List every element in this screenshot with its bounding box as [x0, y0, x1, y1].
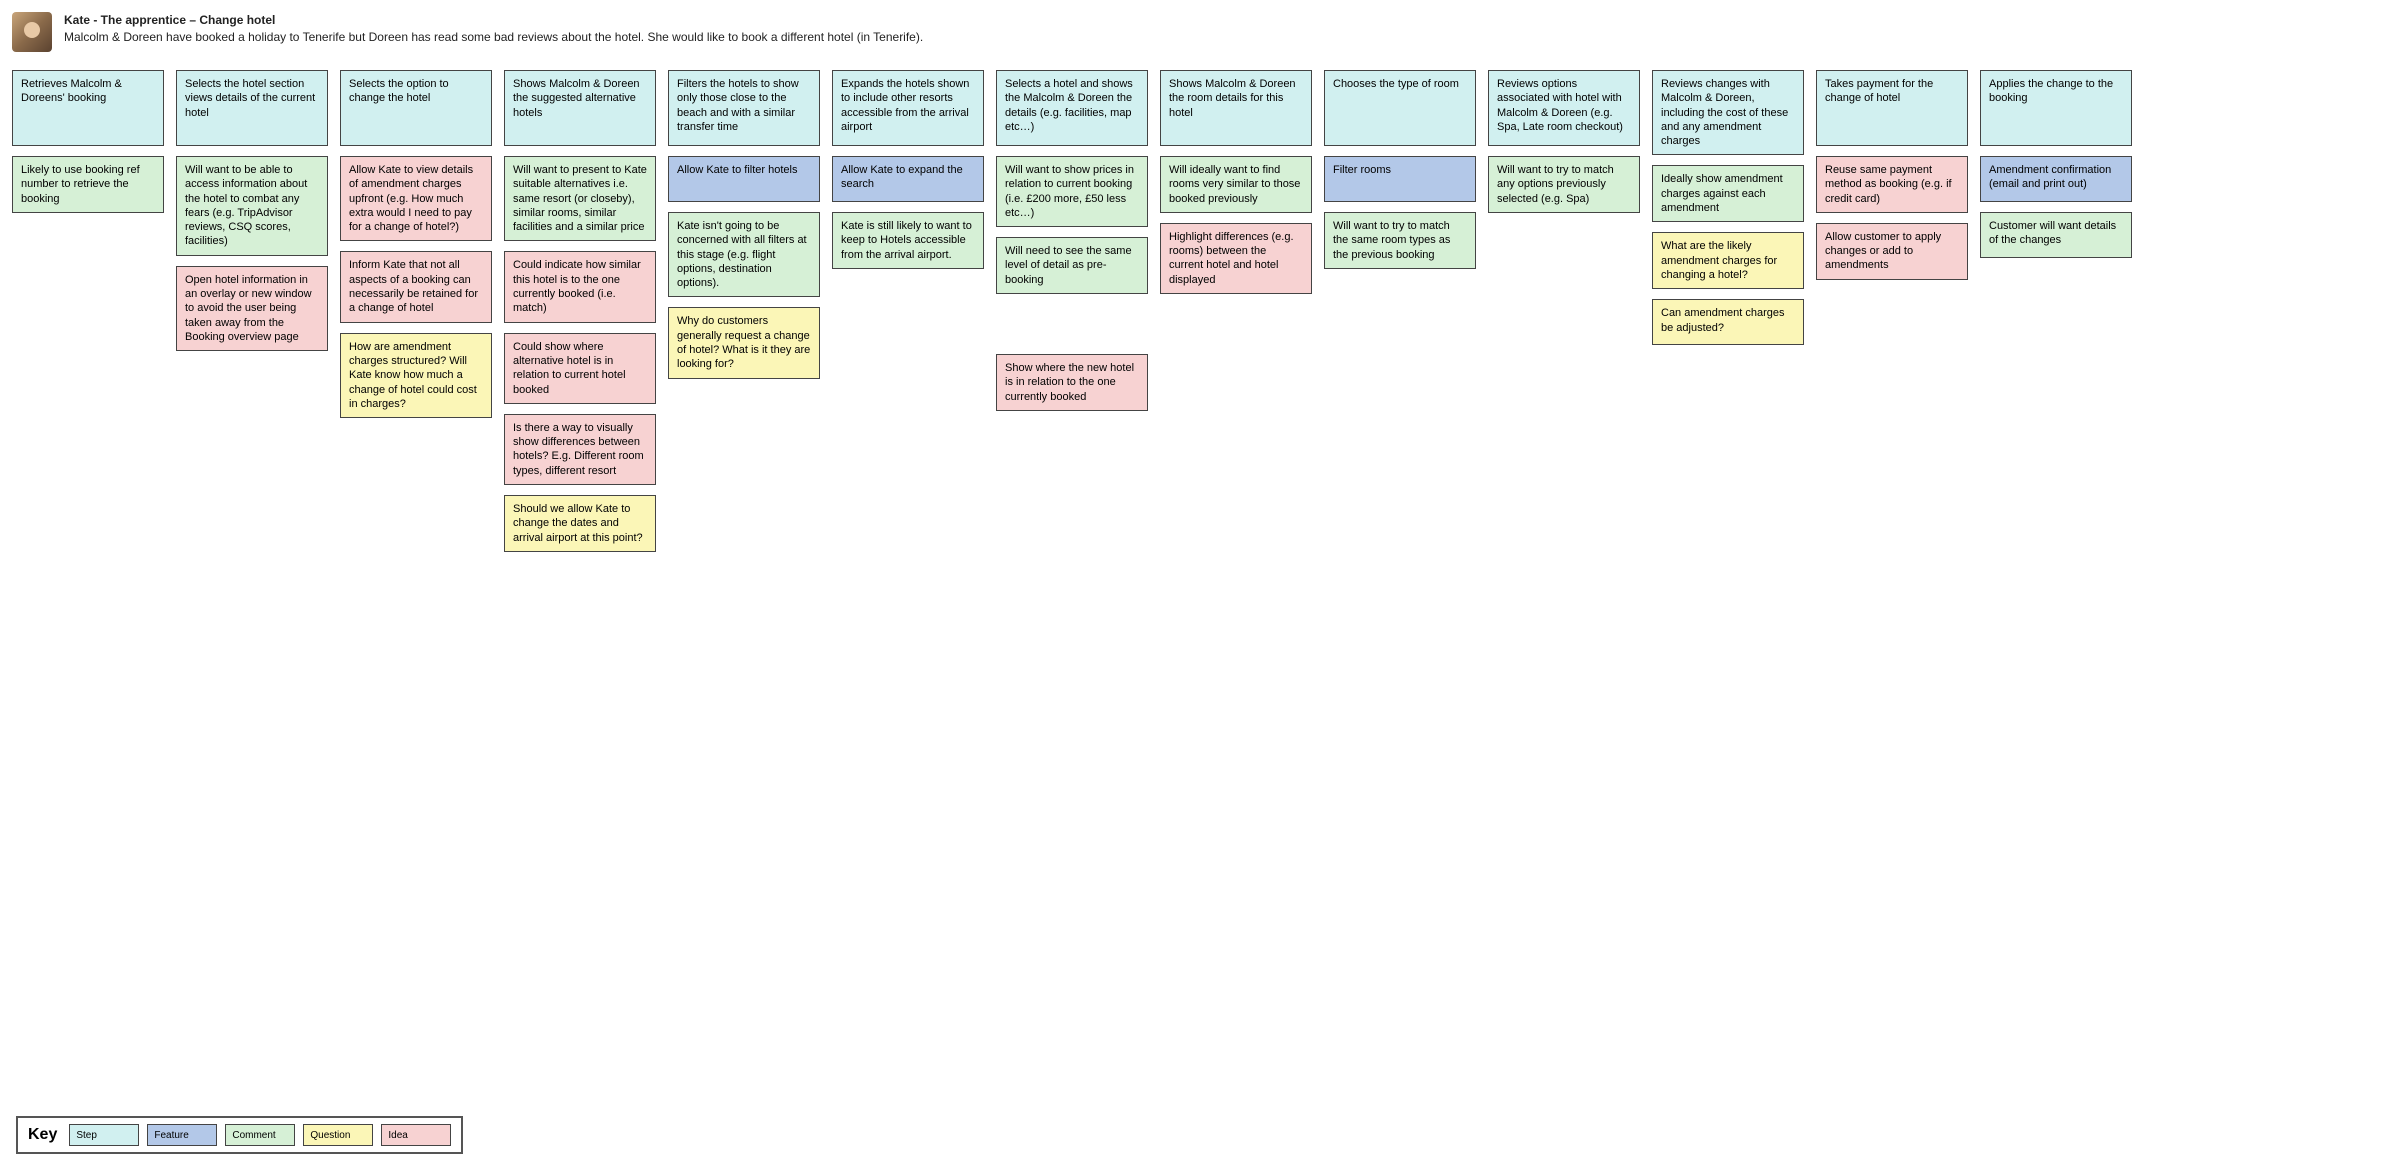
step-card[interactable]: Takes payment for the change of hotel: [1816, 70, 1968, 146]
comment-card[interactable]: Will ideally want to find rooms very sim…: [1160, 156, 1312, 213]
key-swatch-idea: Idea: [381, 1124, 451, 1146]
column: Shows Malcolm & Doreen the suggested alt…: [504, 70, 656, 552]
key-swatch-feature: Feature: [147, 1124, 217, 1146]
column: Selects the hotel section views details …: [176, 70, 328, 351]
comment-card[interactable]: Will want to present to Kate suitable al…: [504, 156, 656, 241]
column: Retrieves Malcolm & Doreens' booking Like…: [12, 70, 164, 213]
page-subtitle: Malcolm & Doreen have booked a holiday t…: [64, 29, 923, 46]
comment-card[interactable]: Will want to try to match the same room …: [1324, 212, 1476, 269]
step-card[interactable]: Selects a hotel and shows the Malcolm & …: [996, 70, 1148, 146]
story-map-board: Retrieves Malcolm & Doreens' booking Like…: [12, 70, 2391, 552]
comment-card[interactable]: Likely to use booking ref number to retr…: [12, 156, 164, 213]
feature-card[interactable]: Allow Kate to filter hotels: [668, 156, 820, 202]
step-card[interactable]: Applies the change to the booking: [1980, 70, 2132, 146]
feature-card[interactable]: Amendment confirmation (email and print …: [1980, 156, 2132, 202]
idea-card[interactable]: Allow Kate to view details of amendment …: [340, 156, 492, 241]
comment-card[interactable]: Kate is still likely to want to keep to …: [832, 212, 984, 269]
column: Reviews options associated with hotel wi…: [1488, 70, 1640, 213]
step-card[interactable]: Reviews changes with Malcolm & Doreen, i…: [1652, 70, 1804, 155]
comment-card[interactable]: Ideally show amendment charges against e…: [1652, 165, 1804, 222]
step-card[interactable]: Selects the hotel section views details …: [176, 70, 328, 146]
comment-card[interactable]: Will want to try to match any options pr…: [1488, 156, 1640, 213]
column: Chooses the type of room Filter rooms Will…: [1324, 70, 1476, 269]
column: Shows Malcolm & Doreen the room details …: [1160, 70, 1312, 294]
column: Takes payment for the change of hotel Reu…: [1816, 70, 1968, 280]
key-label: Key: [28, 1126, 57, 1144]
step-card[interactable]: Shows Malcolm & Doreen the suggested alt…: [504, 70, 656, 146]
column: Selects a hotel and shows the Malcolm & …: [996, 70, 1148, 411]
key-swatch-step: Step: [69, 1124, 139, 1146]
step-card[interactable]: Retrieves Malcolm & Doreens' booking: [12, 70, 164, 146]
idea-card[interactable]: Highlight differences (e.g. rooms) betwe…: [1160, 223, 1312, 294]
key-panel: Key Step Feature Comment Question Idea: [16, 1116, 463, 1154]
header-text: Kate - The apprentice – Change hotel Mal…: [64, 12, 923, 46]
question-card[interactable]: Can amendment charges be adjusted?: [1652, 299, 1804, 345]
idea-card[interactable]: Open hotel information in an overlay or …: [176, 266, 328, 351]
step-card[interactable]: Filters the hotels to show only those cl…: [668, 70, 820, 146]
key-swatch-comment: Comment: [225, 1124, 295, 1146]
step-card[interactable]: Selects the option to change the hotel: [340, 70, 492, 146]
question-card[interactable]: How are amendment charges structured? Wi…: [340, 333, 492, 418]
idea-card[interactable]: Inform Kate that not all aspects of a bo…: [340, 251, 492, 322]
key-swatch-question: Question: [303, 1124, 373, 1146]
idea-card[interactable]: Allow customer to apply changes or add t…: [1816, 223, 1968, 280]
idea-card[interactable]: Could indicate how similar this hotel is…: [504, 251, 656, 322]
step-card[interactable]: Expands the hotels shown to include othe…: [832, 70, 984, 146]
feature-card[interactable]: Filter rooms: [1324, 156, 1476, 202]
idea-card[interactable]: Could show where alternative hotel is in…: [504, 333, 656, 404]
comment-card[interactable]: Will need to see the same level of detai…: [996, 237, 1148, 294]
step-card[interactable]: Chooses the type of room: [1324, 70, 1476, 146]
comment-card[interactable]: Will want to be able to access informati…: [176, 156, 328, 256]
column: Filters the hotels to show only those cl…: [668, 70, 820, 379]
comment-card[interactable]: Kate isn't going to be concerned with al…: [668, 212, 820, 297]
feature-card[interactable]: Allow Kate to expand the search: [832, 156, 984, 202]
column: Expands the hotels shown to include othe…: [832, 70, 984, 269]
question-card[interactable]: Should we allow Kate to change the dates…: [504, 495, 656, 552]
idea-card[interactable]: Show where the new hotel is in relation …: [996, 354, 1148, 411]
idea-card[interactable]: Is there a way to visually show differen…: [504, 414, 656, 485]
comment-card[interactable]: Will want to show prices in relation to …: [996, 156, 1148, 227]
idea-card[interactable]: Reuse same payment method as booking (e.…: [1816, 156, 1968, 213]
question-card[interactable]: Why do customers generally request a cha…: [668, 307, 820, 378]
column: Selects the option to change the hotel Al…: [340, 70, 492, 418]
step-card[interactable]: Reviews options associated with hotel wi…: [1488, 70, 1640, 146]
page-title: Kate - The apprentice – Change hotel: [64, 12, 923, 29]
question-card[interactable]: What are the likely amendment charges fo…: [1652, 232, 1804, 289]
step-card[interactable]: Shows Malcolm & Doreen the room details …: [1160, 70, 1312, 146]
column: Reviews changes with Malcolm & Doreen, i…: [1652, 70, 1804, 345]
avatar: [12, 12, 52, 52]
comment-card[interactable]: Customer will want details of the change…: [1980, 212, 2132, 258]
column: Applies the change to the booking Amendme…: [1980, 70, 2132, 258]
header: Kate - The apprentice – Change hotel Mal…: [12, 12, 2391, 52]
